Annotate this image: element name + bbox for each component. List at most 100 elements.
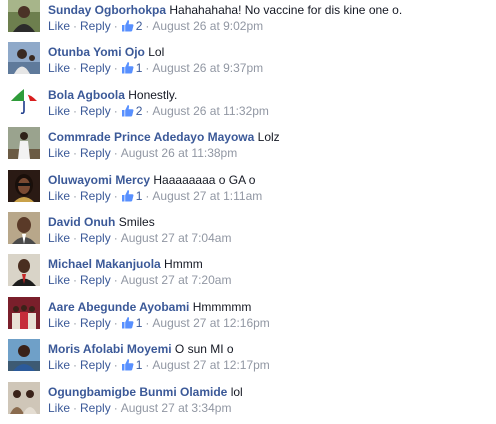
- like-link[interactable]: Like: [48, 146, 70, 160]
- avatar[interactable]: [8, 211, 40, 244]
- like-link[interactable]: Like: [48, 19, 70, 33]
- comment-text: lol: [230, 384, 243, 399]
- reply-link[interactable]: Reply: [80, 401, 111, 415]
- like-count[interactable]: 1: [121, 316, 142, 330]
- reply-link[interactable]: Reply: [80, 358, 111, 372]
- comment-text: Lol: [148, 45, 165, 60]
- separator: ·: [113, 315, 118, 330]
- thumbs-up-icon: [121, 62, 134, 74]
- avatar[interactable]: [8, 42, 40, 75]
- separator: ·: [73, 400, 78, 415]
- comment-timestamp[interactable]: August 27 at 12:16pm: [152, 316, 269, 330]
- like-count[interactable]: 1: [121, 61, 142, 75]
- like-link[interactable]: Like: [48, 273, 70, 287]
- like-link[interactable]: Like: [48, 189, 70, 203]
- avatar[interactable]: [8, 169, 40, 202]
- comment-timestamp[interactable]: August 27 at 7:20am: [121, 273, 232, 287]
- separator: ·: [73, 358, 78, 373]
- comment-timestamp[interactable]: August 26 at 9:02pm: [152, 19, 263, 33]
- avatar[interactable]: [8, 296, 40, 329]
- separator: ·: [145, 19, 150, 33]
- comment-body: Oluwayomi Mercy Haaaaaaaa o GA o: [48, 173, 255, 187]
- comment-body: Bola Agboola Honestly.: [48, 88, 177, 102]
- reply-link[interactable]: Reply: [80, 316, 111, 330]
- comment-timestamp[interactable]: August 26 at 11:32pm: [152, 104, 269, 118]
- reply-link[interactable]: Reply: [80, 189, 111, 203]
- comment-author[interactable]: Michael Makanjuola: [48, 257, 161, 271]
- separator: ·: [113, 19, 118, 33]
- thumbs-up-icon: [121, 316, 134, 329]
- like-count[interactable]: 1: [121, 189, 142, 203]
- separator: ·: [113, 273, 118, 288]
- comment-author[interactable]: Ogungbamigbe Bunmi Olamide: [48, 385, 227, 399]
- comment-author[interactable]: Sunday Ogborhokpa: [48, 3, 166, 17]
- comment-author[interactable]: David Onuh: [48, 215, 115, 229]
- avatar[interactable]: [8, 254, 40, 287]
- reply-link[interactable]: Reply: [80, 146, 111, 160]
- comment-list: Sunday Ogborhokpa Hahahahaha! No vaccine…: [0, 0, 496, 424]
- umbrella-logo-icon: [8, 84, 40, 117]
- comment-actions: Like · Reply · August 26 at 11:38pm: [48, 146, 237, 160]
- separator: ·: [145, 188, 150, 203]
- separator: ·: [113, 230, 118, 245]
- person-photo-icon: [8, 169, 40, 202]
- comment-timestamp[interactable]: August 27 at 1:11am: [152, 189, 262, 203]
- separator: ·: [73, 315, 78, 330]
- like-link[interactable]: Like: [48, 61, 70, 75]
- like-link[interactable]: Like: [48, 358, 70, 372]
- comment-author[interactable]: Moris Afolabi Moyemi: [48, 342, 172, 356]
- avatar[interactable]: [8, 0, 40, 32]
- separator: ·: [73, 103, 78, 118]
- comment-body: Otunba Yomi Ojo Lol: [48, 45, 164, 59]
- group-photo-icon: [8, 296, 40, 329]
- comment-author[interactable]: Bola Agboola: [48, 88, 125, 102]
- person-photo-icon: [8, 254, 40, 287]
- reply-link[interactable]: Reply: [80, 273, 111, 287]
- separator: ·: [113, 188, 118, 203]
- comment-body: Moris Afolabi Moyemi O sun MI o: [48, 342, 234, 356]
- avatar[interactable]: [8, 127, 40, 160]
- comment-body: Sunday Ogborhokpa Hahahahaha! No vaccine…: [48, 3, 402, 17]
- comment-timestamp[interactable]: August 27 at 7:04am: [121, 231, 232, 245]
- comment-author[interactable]: Aare Abegunde Ayobami: [48, 300, 189, 314]
- comment-item: Bola Agboola Honestly. Like · Reply · 2 · Augu…: [0, 84, 496, 127]
- like-count[interactable]: 1: [121, 358, 142, 372]
- thumbs-up-icon: [121, 20, 134, 32]
- like-link[interactable]: Like: [48, 316, 70, 330]
- like-link[interactable]: Like: [48, 401, 70, 415]
- comment-timestamp[interactable]: August 26 at 11:38pm: [121, 146, 238, 160]
- comment-text: Lolz: [257, 130, 280, 145]
- comment-actions: Like · Reply · 1 · August 27 at 1:11am: [48, 189, 262, 203]
- avatar[interactable]: [8, 84, 40, 117]
- reply-link[interactable]: Reply: [80, 61, 111, 75]
- separator: ·: [113, 61, 118, 76]
- thumbs-up-icon: [121, 104, 134, 117]
- group-photo-icon: [8, 381, 40, 414]
- like-count[interactable]: 2: [121, 104, 142, 118]
- comment-author[interactable]: Commrade Prince Adedayo Mayowa: [48, 130, 254, 144]
- reply-link[interactable]: Reply: [80, 19, 111, 33]
- comment-body: David Onuh Smiles: [48, 215, 155, 229]
- like-link[interactable]: Like: [48, 231, 70, 245]
- comment-item: Commrade Prince Adedayo Mayowa Lolz Like…: [0, 127, 496, 169]
- comment-item: Oluwayomi Mercy Haaaaaaaa o GA o Like · Re…: [0, 169, 496, 212]
- comment-actions: Like · Reply · 2 · August 26 at 11:32pm: [48, 104, 269, 118]
- comment-text: O sun MI o: [174, 342, 234, 357]
- avatar[interactable]: [8, 339, 40, 372]
- like-count[interactable]: 2: [121, 19, 142, 33]
- reply-link[interactable]: Reply: [80, 104, 111, 118]
- reply-link[interactable]: Reply: [80, 231, 111, 245]
- like-link[interactable]: Like: [48, 104, 70, 118]
- separator: ·: [73, 230, 78, 245]
- comment-author[interactable]: Oluwayomi Mercy: [48, 173, 150, 187]
- comment-body: Commrade Prince Adedayo Mayowa Lolz: [48, 130, 280, 144]
- comment-item: Otunba Yomi Ojo Lol Like · Reply · 1 · August …: [0, 42, 496, 84]
- comment-timestamp[interactable]: August 26 at 9:37pm: [152, 61, 263, 75]
- separator: ·: [113, 103, 118, 118]
- avatar[interactable]: [8, 381, 40, 414]
- person-photo-icon: [8, 339, 40, 372]
- comment-timestamp[interactable]: August 27 at 3:34pm: [121, 401, 232, 415]
- comment-author[interactable]: Otunba Yomi Ojo: [48, 45, 145, 59]
- comment-text: Hmmmmm: [192, 299, 252, 314]
- comment-timestamp[interactable]: August 27 at 12:17pm: [152, 358, 269, 372]
